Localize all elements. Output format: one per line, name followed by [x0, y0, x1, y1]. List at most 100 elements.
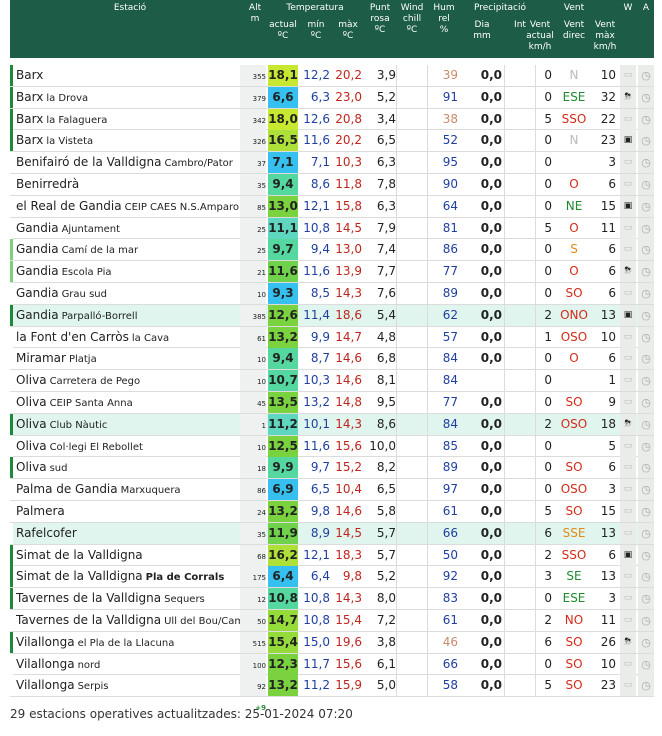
clock-icon[interactable]: ◷	[638, 370, 654, 392]
station-name[interactable]: Oliva Club Nàutic	[16, 414, 248, 435]
table-row[interactable]: Olivasud18+149,99,715,28,2890,00SO6▭◷	[10, 457, 654, 494]
station-name[interactable]: Gandia Grau sud	[16, 283, 248, 304]
clock-icon[interactable]: ◷	[638, 653, 654, 675]
station-name[interactable]: Benifairó de la Valldigna Cambro/Pator	[16, 152, 248, 173]
station-name[interactable]: Vilallonga el Pla de la Llacuna	[16, 632, 248, 653]
camera-off-icon[interactable]: ▭	[620, 566, 636, 588]
camera-off-icon[interactable]: ▭	[620, 152, 636, 174]
table-row[interactable]: Gandia Ajuntament 25 11,1 10,8 14,5 7,9 81 0,0 5 O…	[10, 217, 654, 240]
station-name[interactable]: Vilallonga nord	[16, 654, 248, 675]
webcam-icon[interactable]: ▣	[620, 130, 636, 152]
clock-icon[interactable]: ◷	[638, 413, 654, 435]
table-row[interactable]: Barx 355+1218,1 12,2 20,2 3,9 39 0,0 0 N 10 ▭◷	[10, 65, 654, 102]
clock-icon[interactable]: ◷	[638, 239, 654, 261]
station-name[interactable]: Palmera	[16, 501, 248, 522]
clock-icon[interactable]: ◷	[638, 86, 654, 108]
webcam-icon[interactable]: ▣	[620, 544, 636, 566]
camera-off-icon[interactable]: ▭	[620, 653, 636, 675]
camera-off-icon[interactable]: ▭	[620, 326, 636, 348]
camera-off-icon[interactable]: ▭	[620, 239, 636, 261]
camera-off-icon[interactable]: ▭	[620, 217, 636, 239]
table-row[interactable]: Barxla Falaguera342+1218,012,620,83,4380…	[10, 108, 654, 146]
clock-icon[interactable]: ◷	[638, 130, 654, 152]
table-row[interactable]: Benifairó de la ValldignaCambro/Pator37+…	[10, 152, 654, 189]
clock-icon[interactable]: ◷	[638, 457, 654, 479]
clock-icon[interactable]: ◷	[638, 544, 654, 566]
station-name[interactable]: la Font d'en Carròs la Cava	[16, 327, 248, 348]
station-name[interactable]: Vilallonga Serpis	[16, 675, 248, 696]
station-name[interactable]: Gandia Parpalló-Borrell	[16, 305, 248, 326]
table-row[interactable]: Simat de la ValldignaPla de Corrals175+2…	[10, 566, 654, 603]
table-row[interactable]: la Font d'en Carròsla Cava61+813,29,914,…	[10, 326, 654, 364]
station-name[interactable]: el Real de Gandia CEIP CAES N.S.Amparo	[16, 196, 248, 217]
camera-off-icon[interactable]: ▭	[620, 282, 636, 304]
station-name[interactable]: Gandia Camí de la mar	[16, 239, 248, 260]
table-row[interactable]: Oliva CEIP Santa Anna 45 13,5 13,2 14,8 9,5 77 0…	[10, 391, 654, 414]
table-row[interactable]: Barxla Visteta326+1216,511,620,26,5520,0…	[10, 130, 654, 167]
clock-icon[interactable]: ◷	[638, 326, 654, 348]
station-name[interactable]: Benirredrà	[16, 174, 248, 195]
table-row[interactable]: GandiaGrau sud10+119,38,514,37,6890,00SO…	[10, 282, 654, 320]
table-row[interactable]: Vilallonga nord 100 12,3 11,7 15,6 6,1 66 0,0 0 SO…	[10, 653, 654, 676]
webcam-icon[interactable]: ⛈	[620, 631, 636, 653]
webcam-icon[interactable]: ▣	[620, 195, 636, 217]
clock-icon[interactable]: ◷	[638, 588, 654, 610]
clock-icon[interactable]: ◷	[638, 391, 654, 413]
webcam-icon[interactable]: ⛈	[620, 413, 636, 435]
camera-off-icon[interactable]: ▭	[620, 65, 636, 86]
clock-icon[interactable]: ◷	[638, 152, 654, 174]
webcam-icon[interactable]: ⛈	[620, 261, 636, 283]
webcam-icon[interactable]: ▣	[620, 304, 636, 326]
clock-icon[interactable]: ◷	[638, 217, 654, 239]
table-row[interactable]: el Real de GandiaCEIP CAES N.S.Amparo85+…	[10, 195, 654, 233]
clock-icon[interactable]: ◷	[638, 631, 654, 653]
station-name[interactable]: Barx la Falaguera	[16, 109, 248, 130]
station-name[interactable]: Simat de la Valldigna Pla de Corrals	[16, 566, 248, 587]
camera-off-icon[interactable]: ▭	[620, 457, 636, 479]
clock-icon[interactable]: ◷	[638, 261, 654, 283]
camera-off-icon[interactable]: ▭	[620, 108, 636, 130]
clock-icon[interactable]: ◷	[638, 65, 654, 86]
camera-off-icon[interactable]: ▭	[620, 675, 636, 697]
clock-icon[interactable]: ◷	[638, 522, 654, 544]
station-name[interactable]: Rafelcofer	[16, 523, 248, 544]
station-name[interactable]: Tavernes de la ValldignaUll del Bou/Camb…	[16, 610, 248, 631]
table-row[interactable]: Vilallonga Serpis 92 +9 13,2 11,2 15,9 5,0 58 0,0…	[10, 675, 654, 712]
camera-off-icon[interactable]: ▭	[620, 435, 636, 457]
table-row[interactable]: Tavernes de la ValldignaUll del Bou/Camb…	[10, 609, 654, 647]
table-row[interactable]: Rafelcofer 35+811,9 8,9 14,5 5,7 66 0,0 6 SSE 13 ▭…	[10, 522, 654, 560]
camera-off-icon[interactable]: ▭	[620, 479, 636, 501]
table-row[interactable]: Miramar Platja 10 9,4 8,7 14,6 6,8 84 0,0 0 O 6 ▭ ◷	[10, 348, 654, 371]
clock-icon[interactable]: ◷	[638, 500, 654, 522]
clock-icon[interactable]: ◷	[638, 566, 654, 588]
camera-off-icon[interactable]: ▭	[620, 370, 636, 392]
station-name[interactable]: Barx	[16, 65, 248, 86]
station-name[interactable]: Gandia Escola Pia	[16, 261, 248, 282]
clock-icon[interactable]: ◷	[638, 282, 654, 304]
table-row[interactable]: Simat de la Valldigna 68+1716,2 12,1 18,3 5,…	[10, 544, 654, 582]
camera-off-icon[interactable]: ▭	[620, 173, 636, 195]
station-name[interactable]: Barx la Drova	[16, 87, 248, 108]
table-row[interactable]: OlivaCarretera de Pego10+2010,710,314,68…	[10, 370, 654, 407]
clock-icon[interactable]: ◷	[638, 435, 654, 457]
station-name[interactable]: Barx la Visteta	[16, 130, 248, 151]
camera-off-icon[interactable]: ▭	[620, 348, 636, 370]
camera-off-icon[interactable]: ▭	[620, 609, 636, 631]
table-row[interactable]: OlivaClub Nàutic1+1211,210,114,38,6840,0…	[10, 413, 654, 451]
table-row[interactable]: Oliva Col·legi El Rebollet 10 12,5 11,6 15,6 1…	[10, 435, 654, 458]
station-name[interactable]: Oliva Col·legi El Rebollet	[16, 436, 248, 457]
clock-icon[interactable]: ◷	[638, 108, 654, 130]
station-name[interactable]: Oliva CEIP Santa Anna	[16, 392, 248, 413]
clock-icon[interactable]: ◷	[638, 304, 654, 326]
clock-icon[interactable]: ◷	[638, 195, 654, 217]
webcam-icon[interactable]: ⛈	[620, 86, 636, 108]
table-row[interactable]: Palmera 24 13,2 9,8 14,6 5,8 61 0,0 5 SO 15 ▭ ◷	[10, 500, 654, 523]
camera-off-icon[interactable]: ▭	[620, 391, 636, 413]
table-row[interactable]: GandiaCamí de la mar25+89,79,413,07,4860…	[10, 239, 654, 276]
table-row[interactable]: Vilallongael Pla de la Llacuna515+215,41…	[10, 631, 654, 669]
clock-icon[interactable]: ◷	[638, 173, 654, 195]
table-row[interactable]: Gandia Parpalló-Borrell 385 12,6 11,4 18,6 5,4…	[10, 304, 654, 327]
table-row[interactable]: Palma de GandiaMarxuquera86+36,96,510,46…	[10, 479, 654, 516]
station-name[interactable]: Oliva sud	[16, 457, 248, 478]
clock-icon[interactable]: ◷	[638, 675, 654, 697]
